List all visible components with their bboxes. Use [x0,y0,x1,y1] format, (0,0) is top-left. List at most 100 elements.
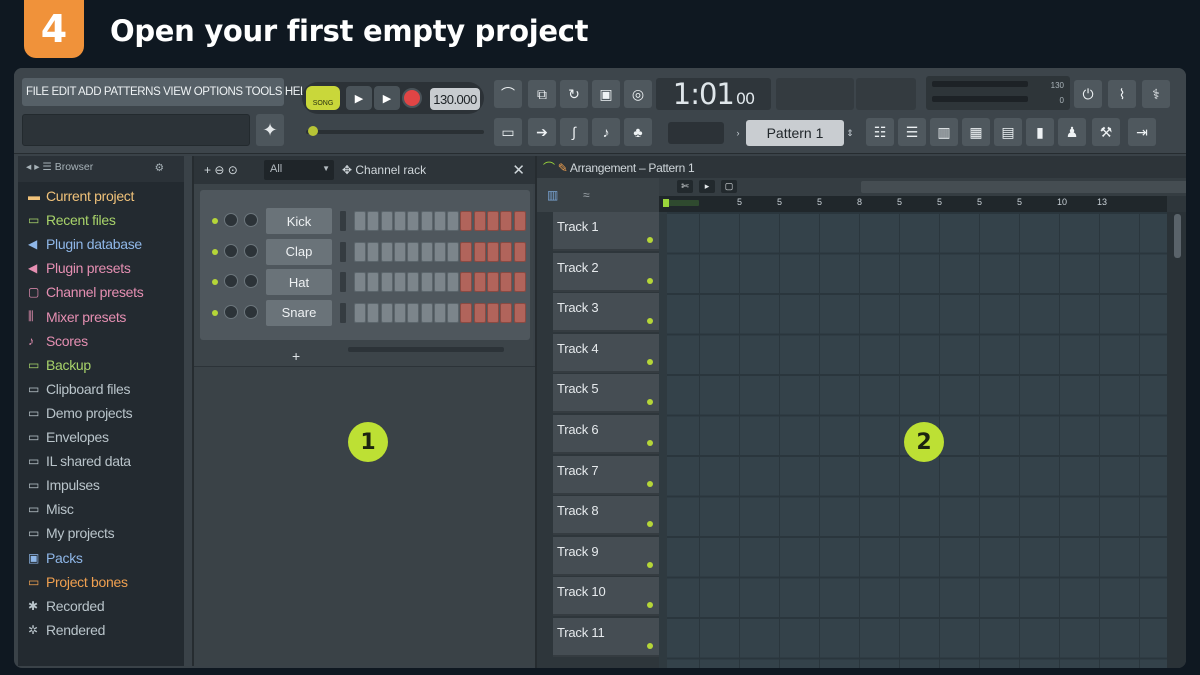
browser-item[interactable]: ⫼ Mixer presets [28,309,126,325]
step-button[interactable] [433,302,446,323]
arrangement-tools-icon[interactable]: ⌒ [543,161,555,175]
browser-item[interactable]: ▬ Current project [28,188,134,204]
typing-keyboard-icon[interactable]: ➔ [528,118,556,146]
browser-item[interactable]: ▭ Project bones [28,574,128,590]
channel-mute-led[interactable] [212,309,218,316]
mixer-track-selector[interactable] [340,241,346,262]
main-menu[interactable]: FILE EDIT ADD PATTERNS VIEW OPTIONS TOOL… [22,78,314,106]
step-button[interactable] [433,211,446,231]
step-button[interactable] [487,211,499,231]
channel-name-button[interactable]: Hat [266,269,332,295]
browser-item[interactable]: ▣ Packs [28,550,83,566]
plugin-picker-icon[interactable]: ♣ [624,118,652,146]
stop-button[interactable]: ▶ [374,86,400,110]
paint-tool-icon[interactable]: ✎ [558,161,568,175]
step-button[interactable] [367,211,380,231]
song-position-display[interactable]: 1:01 00 [656,77,771,111]
browser-item[interactable]: ▭ My projects [28,525,115,541]
help-icon[interactable]: ⇥ [1128,118,1156,146]
browser-item[interactable]: ▭ Recent files [28,212,116,228]
step-button[interactable] [460,241,473,262]
tools-icon[interactable]: ⚒ [1092,118,1120,146]
cpu-graph-icon[interactable]: ⌇ [1108,80,1136,108]
automation-icon[interactable]: ∫ [560,118,588,146]
snap-button[interactable]: ✦ [256,114,284,146]
channel-pan-knob[interactable] [224,304,238,319]
step-button[interactable] [460,302,473,323]
browser-item[interactable]: ▭ Demo projects [28,405,133,421]
track-header[interactable]: Track 10 [553,577,659,617]
piano-roll-icon[interactable]: ♪ [592,118,620,146]
metronome-icon[interactable]: ⌒ [494,80,522,108]
mixer-track-selector[interactable] [340,272,346,292]
browser-item[interactable]: ▢ Channel presets [28,284,144,300]
step-button[interactable] [367,272,380,292]
online-icon[interactable]: ⚕ [1142,80,1170,108]
track-mute-led[interactable] [647,318,653,325]
step-button[interactable] [447,302,460,323]
channel-filter-select[interactable]: All ▼ [264,160,334,180]
step-button[interactable] [500,272,513,292]
step-button[interactable] [420,211,433,231]
channel-rack-view-icon[interactable]: ▥ [930,118,958,146]
step-button[interactable] [487,241,499,262]
pattern-selector[interactable]: Pattern 1 [746,120,844,146]
step-button[interactable] [500,302,513,323]
step-button[interactable] [513,272,526,292]
channel-mute-led[interactable] [212,279,218,285]
horizontal-scrollbar[interactable] [861,181,1186,193]
step-button[interactable] [500,241,513,262]
countdown-icon[interactable]: ↻ [560,80,588,108]
play-button[interactable]: ▶ [346,86,372,110]
browser-item[interactable]: ▭ IL shared data [28,453,131,469]
track-mute-led[interactable] [647,358,653,365]
step-button[interactable] [354,272,366,292]
browser-item[interactable]: ▭ Envelopes [28,429,109,445]
channel-volume-knob[interactable] [244,213,258,227]
step-button[interactable] [354,241,366,262]
track-mute-led[interactable] [647,399,653,406]
track-header[interactable]: Track 2 [553,252,659,292]
step-button[interactable] [500,211,513,231]
step-button[interactable] [447,241,460,262]
track-mute-led[interactable] [647,480,653,487]
step-button[interactable] [513,211,526,231]
track-view-icon[interactable]: ▥ [547,188,558,202]
step-button[interactable] [473,241,486,262]
master-volume-handle[interactable] [308,126,318,136]
wait-input-icon[interactable]: ⧉ [528,80,556,108]
step-button[interactable] [433,241,446,262]
browser-nav-icon[interactable]: ◂ ▸ ☰ [26,161,52,173]
browser-item[interactable]: ♪ Scores [28,333,88,349]
file-icon[interactable]: ▮ [1026,118,1054,146]
close-icon[interactable]: ✕ [512,161,525,179]
step-button[interactable] [473,211,486,231]
rack-options-icon[interactable]: + ⊖ ⊙ [204,163,238,177]
loop-record-icon[interactable]: ◎ [624,80,652,108]
pattern-spin-icon[interactable]: ⇕ [844,120,856,146]
step-button[interactable] [407,211,420,231]
track-header[interactable]: Track 3 [553,293,659,333]
track-mute-led[interactable] [647,440,653,446]
browser-item[interactable]: ▭ Clipboard files [28,381,131,397]
piano-roll-view-icon[interactable]: ☰ [898,118,926,146]
track-header[interactable]: Track 6 [553,415,659,454]
browser-item[interactable]: ✲ Rendered [28,622,105,638]
step-edit-icon[interactable]: ▣ [592,80,620,108]
step-button[interactable] [393,241,406,262]
vertical-scrollbar[interactable] [1167,212,1186,668]
track-header[interactable]: Track 5 [553,374,659,414]
step-button[interactable] [380,302,393,323]
step-button[interactable] [447,211,460,231]
track-header[interactable]: Track 4 [553,333,659,373]
step-button[interactable] [433,272,446,292]
pattern-prev-icon[interactable]: › [732,120,744,146]
step-button[interactable] [420,272,433,292]
step-button[interactable] [473,272,486,292]
browser-item[interactable]: ▭ Backup [28,357,91,373]
gear-icon[interactable]: ⚙ [155,162,164,174]
step-button[interactable] [380,241,393,262]
plugin-icon[interactable]: ♟ [1058,118,1086,146]
step-button[interactable] [407,241,420,262]
loop-marker[interactable] [663,199,699,207]
